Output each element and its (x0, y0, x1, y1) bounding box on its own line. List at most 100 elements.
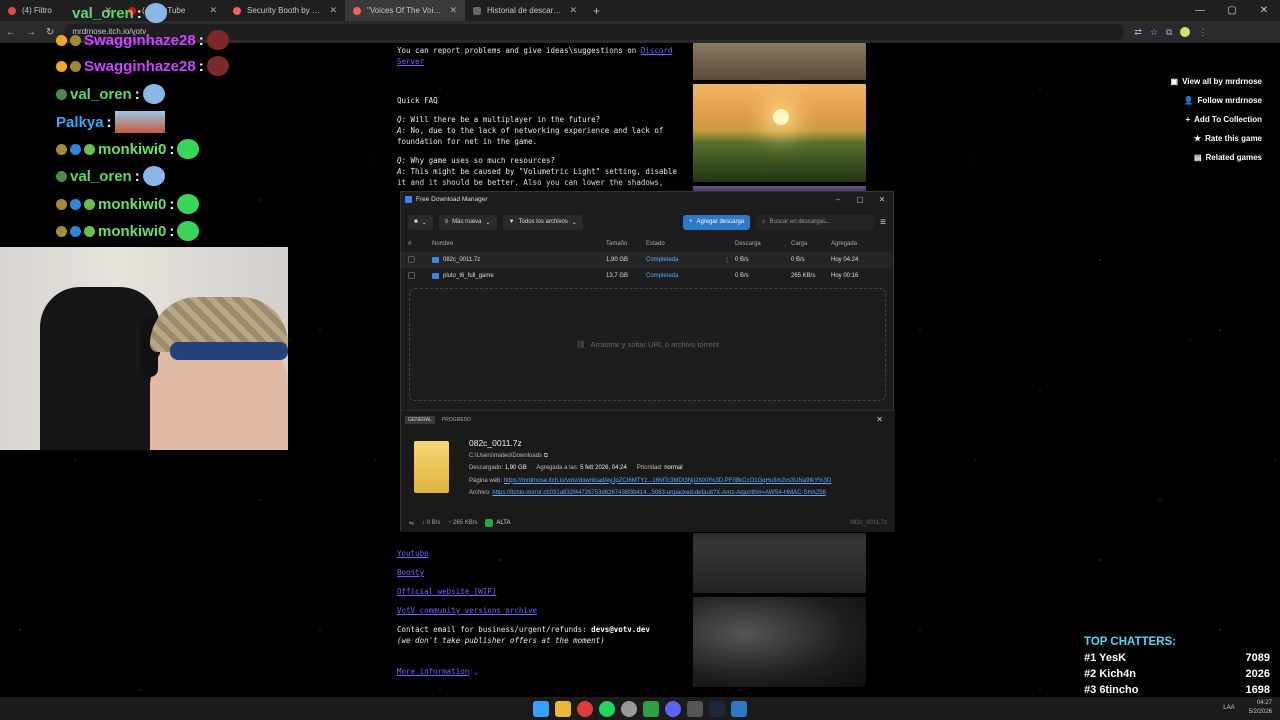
follow-button[interactable]: 👤 Follow mrdrnose (1179, 92, 1266, 109)
close-icon[interactable]: ✕ (449, 5, 457, 16)
fdm-taskbar-icon[interactable] (731, 700, 747, 717)
badge-icon (56, 143, 67, 155)
column-header[interactable]: Tamaño (606, 241, 646, 247)
file-name: 082c_0011.7z (443, 257, 481, 263)
faq-item: Q: Why game uses so much resources? A: T… (397, 156, 677, 187)
close-icon[interactable]: ✕ (1248, 0, 1280, 21)
button-label: Related games (1205, 153, 1262, 162)
filter-dropdown[interactable]: ▼ Todos los archivos ⌄ (502, 214, 583, 230)
archive-label: Archivo: (469, 490, 491, 496)
back-icon[interactable]: ← (6, 27, 16, 38)
obs-icon[interactable] (621, 700, 637, 717)
menu-icon[interactable]: ⋮ (1198, 27, 1207, 38)
official-website-link[interactable]: Official website [WIP] (397, 586, 687, 597)
chrome-icon[interactable] (577, 700, 593, 717)
tab-general[interactable]: GENERAL (405, 415, 435, 424)
clock[interactable]: 04:27 5/2/2026 (1249, 699, 1272, 717)
row-checkbox[interactable] (408, 255, 415, 263)
screenshot-thumbnail[interactable] (693, 597, 866, 687)
minimize-icon[interactable]: – (827, 195, 849, 204)
more-options-icon[interactable]: ⋮ (724, 257, 735, 264)
added-time: Hoy 04:24 (831, 257, 859, 263)
search-input[interactable]: ⌕ Buscar en descargas... (756, 214, 875, 230)
archive-link[interactable]: https://itchio-mirror.cb031a832f44726753… (492, 487, 878, 500)
sun-graphic (773, 109, 789, 125)
total-download-speed: ↓ 0 B/s (422, 520, 441, 526)
column-header[interactable]: Agregada (831, 241, 886, 247)
boosty-link[interactable]: Boosty (397, 567, 687, 578)
tab-progress[interactable]: PROGRESO (439, 416, 474, 424)
screenshot-thumbnail[interactable] (693, 533, 866, 593)
maximize-icon[interactable]: ▢ (1216, 0, 1248, 21)
related-games-button[interactable]: ▤ Related games (1189, 149, 1266, 166)
faq-answer: This might be caused by "Volumetric Ligh… (397, 167, 677, 187)
app-icon[interactable] (643, 700, 659, 717)
steam-icon[interactable] (709, 700, 725, 717)
youtube-link[interactable]: Youtube (397, 548, 687, 559)
maximize-icon[interactable]: ▢ (849, 195, 871, 204)
translate-icon[interactable]: ⇄ (1134, 27, 1142, 38)
view-all-button[interactable]: ▣ View all by mrdrnose (1166, 73, 1266, 90)
column-header[interactable]: Estado (646, 241, 724, 247)
close-icon[interactable]: ✕ (329, 5, 337, 16)
screenshot-thumbnail[interactable] (693, 84, 866, 182)
discord-icon[interactable] (665, 700, 681, 717)
minimize-icon[interactable]: — (1184, 0, 1216, 21)
app-icon[interactable] (687, 700, 703, 717)
plus-icon: + (1185, 115, 1191, 124)
download-state: Completada (646, 257, 679, 263)
column-header[interactable]: Carga (791, 241, 831, 247)
browser-tab-active[interactable]: "Voices Of The Void" Pre-Alpha ✕ (345, 0, 465, 21)
details-tabs: GENERAL PROGRESO ✕ (401, 411, 895, 428)
column-header[interactable]: Nombre (432, 241, 606, 247)
file-explorer-icon[interactable] (555, 700, 571, 717)
priority-value: normal (664, 465, 683, 471)
table-row[interactable]: 082c_0011.7z 1,90 GB Completada ⋮ 0 B/s … (401, 252, 893, 268)
emote-image (114, 111, 165, 133)
system-tray: LAA 04:27 5/2/2026 (1223, 699, 1272, 717)
close-icon[interactable]: ✕ (876, 415, 891, 424)
web-link[interactable]: https://mrdrnose.itch.io/votv/download/e… (504, 475, 876, 488)
emote-icon (206, 56, 229, 76)
forward-icon[interactable]: → (26, 27, 36, 38)
more-information-link[interactable]: More information ⌄ (397, 666, 687, 677)
language-indicator[interactable]: LAA (1223, 704, 1234, 713)
column-header[interactable]: Descarga (735, 241, 791, 247)
reload-icon[interactable]: ↻ (46, 27, 54, 38)
drop-zone[interactable]: ⛓ Arrastrar y soltar URL o archivo torre… (409, 288, 886, 401)
spotify-icon[interactable] (599, 700, 615, 717)
extension-icon[interactable]: ⧉ (1166, 27, 1172, 38)
upload-speed: 0 B/s (791, 257, 805, 263)
add-to-collection-button[interactable]: + Add To Collection (1181, 111, 1266, 128)
column-header[interactable]: # (408, 241, 432, 247)
detail-path[interactable]: C:\Users\mateo\Downloads (469, 453, 542, 459)
contact-email[interactable]: devs@votv.dev (591, 625, 650, 634)
star-icon[interactable]: ☆ (1150, 27, 1158, 38)
rate-game-button[interactable]: ★ Rate this game (1189, 130, 1266, 147)
add-download-label: Agregar descarga (696, 219, 745, 225)
file-size: 13,7 GB (606, 273, 629, 279)
close-icon[interactable]: ✕ (871, 195, 893, 204)
profile-avatar[interactable] (1180, 26, 1191, 37)
row-checkbox[interactable] (408, 271, 415, 279)
browser-tab[interactable]: Security Booth by Kyle Horwood ✕ (225, 0, 345, 21)
copy-icon[interactable]: ⧉ (544, 453, 548, 459)
sort-dropdown[interactable]: ≡ Más nueva ⌄ (438, 214, 497, 230)
start-icon[interactable] (533, 700, 549, 717)
chevron-down-icon: ⌄ (421, 219, 427, 226)
table-row[interactable]: pluto_t6_full_game 13,7 GB Completada 0 … (401, 268, 893, 284)
new-tab-button[interactable]: + (585, 4, 608, 18)
status-file: 082c_0011.7z (849, 520, 887, 526)
hamburger-menu-icon[interactable]: ≡ (880, 217, 886, 228)
screenshot-thumbnail[interactable] (693, 43, 866, 80)
select-dropdown[interactable]: ■ ⌄ (408, 214, 433, 230)
close-icon[interactable]: ✕ (209, 5, 217, 16)
chat-message: Swagginhaze28: (56, 56, 229, 76)
add-download-button[interactable]: + Agregar descarga (682, 214, 751, 230)
close-icon[interactable]: ✕ (569, 5, 577, 16)
browser-tab[interactable]: Historial de descargas ✕ (465, 0, 585, 21)
detail-archive-row: Archivo: https://itchio-mirror.cb031a832… (469, 487, 889, 500)
traffic-mode[interactable]: ALTA (485, 519, 511, 527)
community-archive-link[interactable]: VotV community versions archive (397, 605, 687, 616)
speed-mode-icon[interactable]: ⇋ (409, 520, 414, 527)
